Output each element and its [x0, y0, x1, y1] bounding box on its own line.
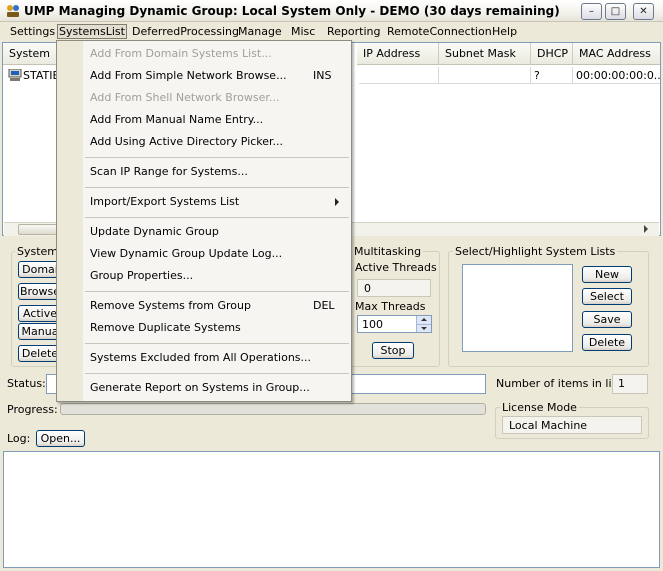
menu-separator	[85, 343, 349, 344]
menuitem-add-from-domain[interactable]: Add From Domain Systems List...	[90, 44, 272, 64]
menu-separator	[85, 217, 349, 218]
stop-button[interactable]: Stop	[372, 342, 414, 359]
highlight-group-title: Select/Highlight System Lists	[453, 245, 618, 258]
cell-system: STATIE	[23, 69, 60, 82]
select-list-button[interactable]: Select	[582, 288, 632, 305]
menuitem-scan-ip-range[interactable]: Scan IP Range for Systems...	[90, 162, 248, 182]
menuitem-update-dynamic-group[interactable]: Update Dynamic Group	[90, 222, 219, 242]
menuitem-add-using-ad-picker[interactable]: Add Using Active Directory Picker...	[90, 132, 283, 152]
scroll-right-arrow-icon[interactable]	[644, 225, 648, 233]
title-bar[interactable]: UMP Managing Dynamic Group: Local System…	[0, 0, 663, 22]
menu-separator	[85, 187, 349, 188]
menuitem-systems-excluded[interactable]: Systems Excluded from All Operations...	[90, 348, 311, 368]
shortcut-del: DEL	[313, 299, 335, 312]
menu-deferredprocessing[interactable]: DeferredProcessing	[131, 24, 240, 39]
menuitem-remove-systems[interactable]: Remove Systems from Group	[90, 296, 251, 316]
column-header-mac[interactable]: MAC Address	[573, 43, 660, 65]
maximize-button[interactable]: □	[605, 3, 626, 20]
menu-help[interactable]: Help	[491, 24, 518, 39]
license-mode-field: Local Machine	[502, 416, 642, 434]
menu-separator	[85, 373, 349, 374]
menu-separator	[85, 291, 349, 292]
delete-list-button[interactable]: Delete	[582, 334, 632, 351]
active-threads-label: Active Threads	[355, 261, 437, 274]
menu-systemslist[interactable]: SystemsList	[57, 24, 127, 39]
menuitem-view-update-log[interactable]: View Dynamic Group Update Log...	[90, 244, 282, 264]
window-title: UMP Managing Dynamic Group: Local System…	[24, 4, 560, 18]
computer-icon	[8, 69, 22, 81]
active-threads-field: 0	[357, 279, 431, 297]
menu-reporting[interactable]: Reporting	[326, 24, 381, 39]
status-label: Status:	[7, 377, 46, 390]
spin-down-icon[interactable]	[416, 324, 431, 332]
scrollbar-thumb[interactable]	[18, 224, 58, 235]
cell-ip	[359, 67, 439, 84]
menuitem-add-from-simple-browse[interactable]: Add From Simple Network Browse...	[90, 66, 287, 86]
systemslist-dropdown-menu: Add From Domain Systems List... Add From…	[56, 40, 352, 402]
cell-dhcp: ?	[531, 67, 573, 84]
progress-label: Progress:	[7, 403, 58, 416]
menuitem-add-from-shell-browser[interactable]: Add From Shell Network Browser...	[90, 88, 279, 108]
menuitem-group-properties[interactable]: Group Properties...	[90, 266, 193, 286]
app-icon	[7, 5, 19, 17]
menu-misc[interactable]: Misc	[290, 24, 316, 39]
shortcut-ins: INS	[313, 69, 332, 82]
menuitem-generate-report[interactable]: Generate Report on Systems in Group...	[90, 378, 310, 398]
spin-up-icon[interactable]	[416, 316, 431, 324]
license-group-title: License Mode	[500, 401, 579, 414]
log-open-button[interactable]: Open...	[36, 430, 85, 447]
menuitem-remove-duplicates[interactable]: Remove Duplicate Systems	[90, 318, 241, 338]
progress-bar	[60, 403, 486, 415]
highlight-list-box[interactable]	[462, 264, 573, 352]
save-list-button[interactable]: Save	[582, 311, 632, 328]
multitasking-group-title: Multitasking	[352, 245, 424, 258]
log-area[interactable]	[3, 451, 660, 568]
column-header-subnet[interactable]: Subnet Mask	[439, 43, 531, 65]
items-count-label: Number of items in list:	[496, 377, 626, 390]
cell-subnet	[439, 67, 531, 84]
menu-separator	[85, 157, 349, 158]
menuitem-import-export[interactable]: Import/Export Systems List	[90, 192, 239, 212]
app-window: { "window": { "title": "UMP Managing Dyn…	[0, 0, 663, 571]
column-header-system[interactable]: System	[3, 43, 59, 65]
max-threads-label: Max Threads	[355, 300, 426, 313]
menu-settings[interactable]: Settings	[9, 24, 56, 39]
menuitem-add-from-manual-entry[interactable]: Add From Manual Name Entry...	[90, 110, 263, 130]
minimize-button[interactable]: –	[581, 3, 602, 20]
menu-gutter	[57, 41, 83, 401]
cell-mac: 00:00:00:00:0...	[573, 67, 660, 84]
submenu-arrow-icon	[335, 198, 339, 206]
close-button[interactable]: ✕	[633, 3, 654, 20]
column-header-ip[interactable]: IP Address	[357, 43, 439, 65]
column-header-dhcp[interactable]: DHCP	[531, 43, 573, 65]
menu-manage[interactable]: Manage	[237, 24, 283, 39]
new-list-button[interactable]: New	[582, 266, 632, 283]
max-threads-value: 100	[362, 318, 383, 331]
items-count-field: 1	[612, 374, 648, 394]
menu-remoteconnection[interactable]: RemoteConnection	[386, 24, 493, 39]
log-label: Log:	[7, 432, 31, 445]
max-threads-stepper[interactable]: 100	[357, 315, 432, 333]
menu-bar: Settings SystemsList DeferredProcessing …	[0, 22, 663, 41]
